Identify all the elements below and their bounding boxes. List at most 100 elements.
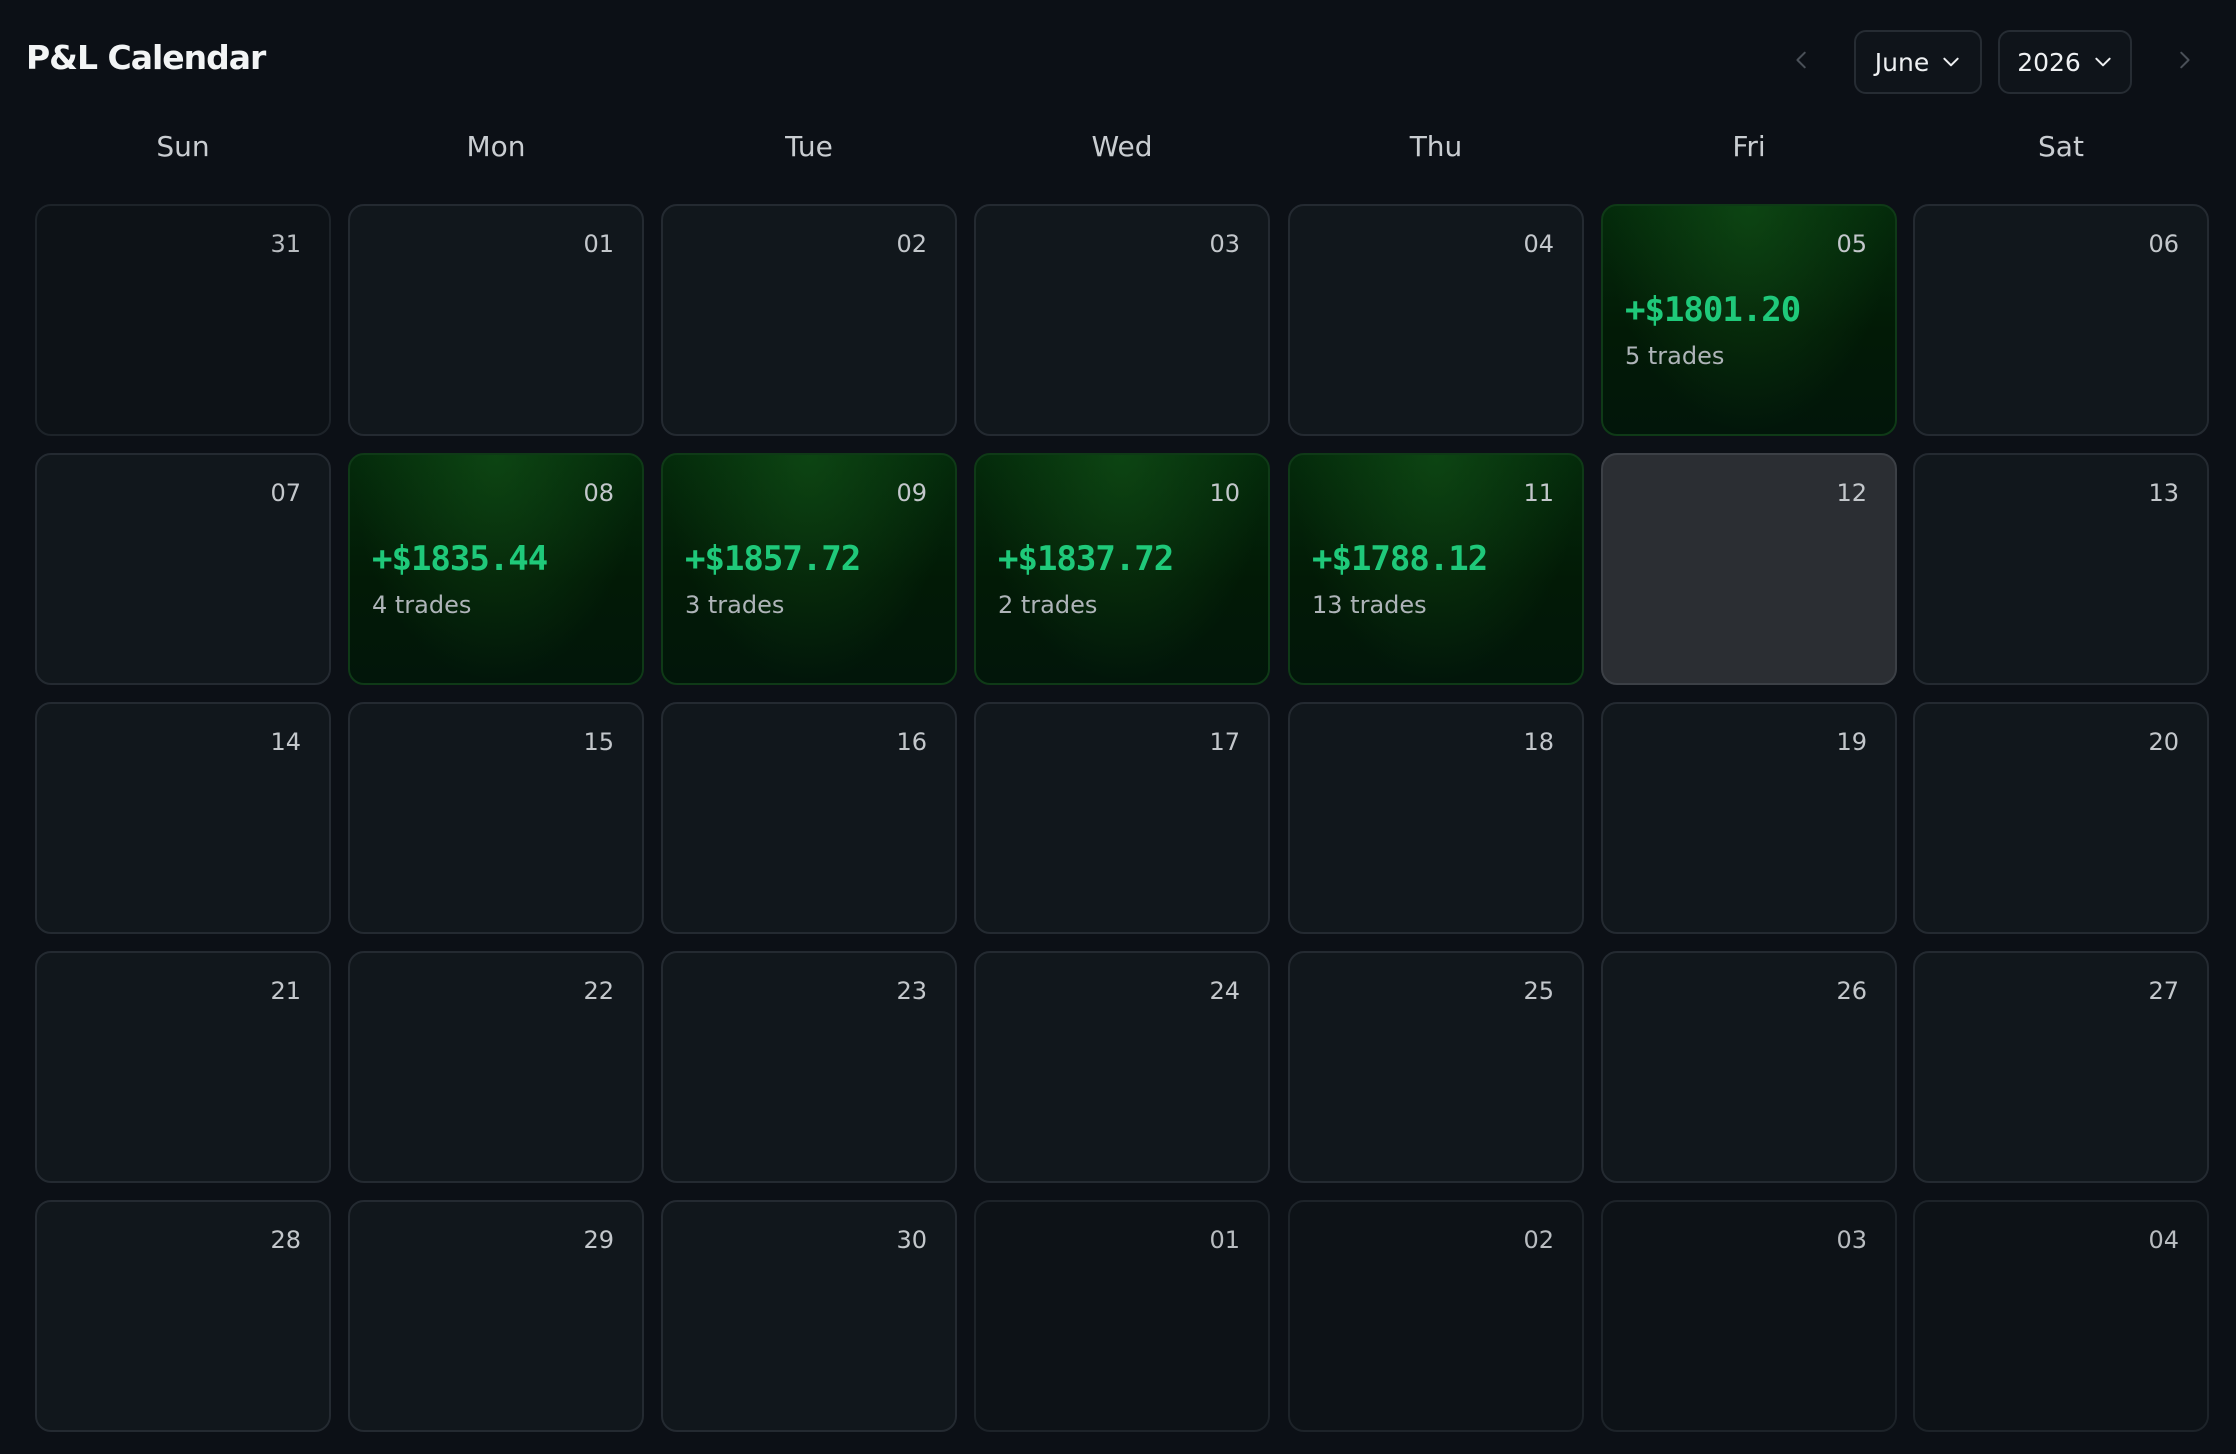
day-number: 24 bbox=[1209, 977, 1240, 1005]
calendar-day-cell[interactable]: 31 bbox=[35, 204, 331, 436]
calendar-header: P&L Calendar June 2026 bbox=[0, 0, 2236, 120]
day-number: 01 bbox=[1209, 1226, 1240, 1254]
calendar-day-cell[interactable]: 02 bbox=[1288, 1200, 1584, 1432]
day-number: 09 bbox=[896, 479, 927, 507]
day-trade-count: 5 trades bbox=[1625, 342, 1725, 370]
calendar-day-cell[interactable]: 19 bbox=[1601, 702, 1897, 934]
weekday-label-thu: Thu bbox=[1409, 130, 1463, 163]
calendar-day-cell[interactable]: 26 bbox=[1601, 951, 1897, 1183]
calendar-day-cell-profit[interactable]: 11 +$1788.12 13 trades bbox=[1288, 453, 1584, 685]
pnl-calendar-app: P&L Calendar June 2026 Sun Mon Tue Wed Thu Fr… bbox=[0, 0, 2236, 1454]
day-number: 19 bbox=[1836, 728, 1867, 756]
calendar-day-cell-profit[interactable]: 10 +$1837.72 2 trades bbox=[974, 453, 1270, 685]
calendar-day-cell[interactable]: 14 bbox=[35, 702, 331, 934]
calendar-day-cell[interactable]: 06 bbox=[1913, 204, 2209, 436]
calendar-day-cell[interactable]: 30 bbox=[661, 1200, 957, 1432]
day-number: 13 bbox=[2148, 479, 2179, 507]
calendar-day-cell[interactable]: 20 bbox=[1913, 702, 2209, 934]
day-number: 15 bbox=[583, 728, 614, 756]
day-number: 22 bbox=[583, 977, 614, 1005]
day-pnl-amount: +$1788.12 bbox=[1312, 539, 1488, 579]
calendar-day-cell[interactable]: 22 bbox=[348, 951, 644, 1183]
calendar-day-cell-profit[interactable]: 09 +$1857.72 3 trades bbox=[661, 453, 957, 685]
calendar-day-cell[interactable]: 03 bbox=[974, 204, 1270, 436]
day-number: 01 bbox=[583, 230, 614, 258]
calendar-day-cell-profit[interactable]: 05 +$1801.20 5 trades bbox=[1601, 204, 1897, 436]
weekday-label-fri: Fri bbox=[1732, 130, 1766, 163]
day-number: 31 bbox=[270, 230, 301, 258]
day-pnl-amount: +$1835.44 bbox=[372, 539, 548, 579]
day-number: 06 bbox=[2148, 230, 2179, 258]
day-number: 30 bbox=[896, 1226, 927, 1254]
day-trade-count: 4 trades bbox=[372, 591, 472, 619]
calendar-day-cell[interactable]: 21 bbox=[35, 951, 331, 1183]
weekday-label-sat: Sat bbox=[2038, 130, 2084, 163]
calendar-day-cell[interactable]: 17 bbox=[974, 702, 1270, 934]
day-number: 08 bbox=[583, 479, 614, 507]
calendar-day-cell[interactable]: 15 bbox=[348, 702, 644, 934]
calendar-day-cell[interactable]: 02 bbox=[661, 204, 957, 436]
page-title: P&L Calendar bbox=[26, 38, 266, 77]
day-number: 16 bbox=[896, 728, 927, 756]
day-pnl-amount: +$1801.20 bbox=[1625, 290, 1801, 330]
chevron-down-icon bbox=[2095, 57, 2111, 67]
calendar-day-cell[interactable]: 28 bbox=[35, 1200, 331, 1432]
calendar-day-cell[interactable]: 18 bbox=[1288, 702, 1584, 934]
calendar-day-cell-selected[interactable]: 12 bbox=[1601, 453, 1897, 685]
day-number: 14 bbox=[270, 728, 301, 756]
calendar-day-cell[interactable]: 16 bbox=[661, 702, 957, 934]
weekday-label-wed: Wed bbox=[1091, 130, 1153, 163]
calendar-day-cell[interactable]: 01 bbox=[974, 1200, 1270, 1432]
day-number: 27 bbox=[2148, 977, 2179, 1005]
weekday-label-tue: Tue bbox=[785, 130, 833, 163]
day-number: 04 bbox=[1523, 230, 1554, 258]
day-pnl-amount: +$1857.72 bbox=[685, 539, 861, 579]
calendar-day-cell[interactable]: 07 bbox=[35, 453, 331, 685]
calendar-day-cell[interactable]: 25 bbox=[1288, 951, 1584, 1183]
day-number: 25 bbox=[1523, 977, 1554, 1005]
day-number: 11 bbox=[1523, 479, 1554, 507]
calendar-day-cell[interactable]: 01 bbox=[348, 204, 644, 436]
previous-month-button[interactable] bbox=[1780, 38, 1824, 82]
calendar-day-cell[interactable]: 04 bbox=[1288, 204, 1584, 436]
day-number: 02 bbox=[896, 230, 927, 258]
day-pnl-amount: +$1837.72 bbox=[998, 539, 1174, 579]
calendar-day-cell[interactable]: 13 bbox=[1913, 453, 2209, 685]
chevron-left-icon bbox=[1796, 51, 1806, 69]
day-number: 12 bbox=[1836, 479, 1867, 507]
calendar-day-cell-profit[interactable]: 08 +$1835.44 4 trades bbox=[348, 453, 644, 685]
day-number: 26 bbox=[1836, 977, 1867, 1005]
year-select[interactable]: 2026 bbox=[1998, 30, 2132, 94]
calendar-day-cell[interactable]: 24 bbox=[974, 951, 1270, 1183]
month-select-value: June bbox=[1874, 47, 1930, 77]
weekday-label-sun: Sun bbox=[156, 130, 210, 163]
day-number: 18 bbox=[1523, 728, 1554, 756]
day-number: 07 bbox=[270, 479, 301, 507]
weekday-header-row: Sun Mon Tue Wed Thu Fri Sat bbox=[0, 130, 2236, 174]
day-number: 29 bbox=[583, 1226, 614, 1254]
day-trade-count: 2 trades bbox=[998, 591, 1098, 619]
day-number: 20 bbox=[2148, 728, 2179, 756]
chevron-right-icon bbox=[2180, 51, 2190, 69]
day-trade-count: 3 trades bbox=[685, 591, 785, 619]
chevron-down-icon bbox=[1943, 57, 1959, 67]
day-number: 02 bbox=[1523, 1226, 1554, 1254]
weekday-label-mon: Mon bbox=[466, 130, 526, 163]
next-month-button[interactable] bbox=[2162, 38, 2206, 82]
day-number: 17 bbox=[1209, 728, 1240, 756]
day-number: 05 bbox=[1836, 230, 1867, 258]
day-number: 21 bbox=[270, 977, 301, 1005]
day-number: 10 bbox=[1209, 479, 1240, 507]
day-number: 28 bbox=[270, 1226, 301, 1254]
year-select-value: 2026 bbox=[2017, 47, 2081, 77]
calendar-day-cell[interactable]: 23 bbox=[661, 951, 957, 1183]
calendar-day-cell[interactable]: 04 bbox=[1913, 1200, 2209, 1432]
day-number: 23 bbox=[896, 977, 927, 1005]
calendar-day-cell[interactable]: 29 bbox=[348, 1200, 644, 1432]
day-number: 04 bbox=[2148, 1226, 2179, 1254]
month-select[interactable]: June bbox=[1854, 30, 1982, 94]
day-trade-count: 13 trades bbox=[1312, 591, 1427, 619]
calendar-day-cell[interactable]: 03 bbox=[1601, 1200, 1897, 1432]
calendar-day-cell[interactable]: 27 bbox=[1913, 951, 2209, 1183]
day-number: 03 bbox=[1836, 1226, 1867, 1254]
